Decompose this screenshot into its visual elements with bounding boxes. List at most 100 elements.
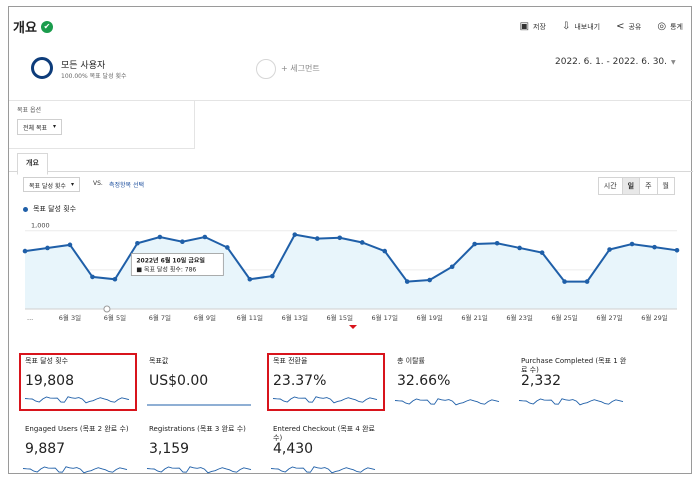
data-point[interactable] xyxy=(180,239,185,244)
data-point[interactable] xyxy=(472,241,477,247)
export-button[interactable]: ⇩ 내보내기 xyxy=(562,21,600,32)
insights-icon: ◎ xyxy=(657,21,667,32)
x-tick-label: 6월 7일 xyxy=(149,313,171,322)
share-button[interactable]: < 공유 xyxy=(616,21,641,32)
data-point[interactable] xyxy=(157,234,163,240)
sparkline xyxy=(146,466,252,474)
sparkline-path xyxy=(394,398,500,406)
segment-bar: 모든 사용자 100.00% 목표 달성 횟수 + 세그먼트 2022. 6. … xyxy=(9,47,693,101)
segment-name[interactable]: 모든 사용자 xyxy=(61,58,105,71)
page-title: 개요 ✔ xyxy=(13,17,53,36)
sparkline xyxy=(147,404,251,406)
goal-option-value: 전체 목표 xyxy=(23,125,47,132)
granularity-week[interactable]: 주 xyxy=(639,177,658,195)
data-point[interactable] xyxy=(270,273,275,279)
save-button-label: 저장 xyxy=(533,22,546,31)
data-point[interactable] xyxy=(652,244,657,250)
data-point[interactable] xyxy=(247,276,253,282)
add-segment-button[interactable]: + 세그먼트 xyxy=(281,63,320,74)
metric-tile-value: 9,887 xyxy=(25,441,66,457)
header-actions: ▣ 저장 ⇩ 내보내기 < 공유 ◎ 통계 xyxy=(520,21,683,32)
data-point[interactable] xyxy=(202,234,208,240)
metric-tile[interactable]: 목표 전환율 23.37% xyxy=(267,353,385,411)
sparkline-path xyxy=(270,466,376,474)
data-point[interactable] xyxy=(225,245,230,250)
date-range-picker[interactable]: 2022. 6. 1. - 2022. 6. 30. ▼ xyxy=(555,57,676,67)
chevron-down-icon: ▾ xyxy=(70,181,74,188)
granularity-month[interactable]: 월 xyxy=(656,177,675,195)
x-tick-label: ... xyxy=(27,314,33,322)
data-point[interactable] xyxy=(539,250,545,255)
data-point[interactable] xyxy=(674,248,680,253)
metric-tile[interactable]: Purchase Completed (목표 1 완료 수) 2,332 xyxy=(515,353,633,411)
data-point[interactable] xyxy=(607,247,612,252)
tooltip-title: 2022년 6월 10일 금요일 xyxy=(136,256,205,264)
series-area xyxy=(25,234,677,309)
metric-tile[interactable]: Registrations (목표 3 완료 수) 3,159 xyxy=(143,421,261,479)
data-point[interactable] xyxy=(494,240,500,246)
data-point[interactable] xyxy=(629,241,635,247)
segment-ring-icon[interactable] xyxy=(31,57,53,79)
metric-tile[interactable]: Entered Checkout (목표 4 완료 수) 4,430 xyxy=(267,421,385,479)
metric-select[interactable]: 목표 달성 횟수 ▾ xyxy=(23,177,80,192)
metric-tiles: 목표 달성 횟수 19,808 목표값 US$0.00 목표 전환율 23.37% 총 이탈… xyxy=(15,347,687,474)
data-point[interactable] xyxy=(404,279,410,284)
data-point[interactable] xyxy=(337,235,343,241)
data-point[interactable] xyxy=(517,245,522,251)
export-button-label: 내보내기 xyxy=(574,22,601,31)
data-point[interactable] xyxy=(112,276,118,282)
x-tick-label: 6월 25일 xyxy=(551,313,577,322)
metric-tile[interactable]: 목표 달성 횟수 19,808 xyxy=(19,353,137,411)
data-point[interactable] xyxy=(135,240,140,246)
metric-tile-value: 32.66% xyxy=(397,373,451,389)
data-point[interactable] xyxy=(449,264,455,270)
export-icon: ⇩ xyxy=(561,21,571,32)
page-title-text: 개요 xyxy=(13,21,37,36)
metric-select-value: 목표 달성 횟수 xyxy=(29,183,66,190)
verified-check-icon: ✔ xyxy=(40,20,53,33)
metric-tile[interactable]: 목표값 US$0.00 xyxy=(143,353,261,411)
sparkline xyxy=(272,396,378,404)
x-tick-label: 6월 13일 xyxy=(282,313,308,322)
data-point[interactable] xyxy=(22,248,28,254)
data-point[interactable] xyxy=(67,242,73,248)
collapse-arrow-icon[interactable] xyxy=(349,325,357,329)
share-button-label: 공유 xyxy=(628,22,642,31)
goal-completions-chart: 1,000500...6월 3일6월 5일6월 7일6월 9일6월 11일6월 … xyxy=(22,222,680,329)
metric-tile-value: 19,808 xyxy=(25,373,74,389)
data-point[interactable] xyxy=(314,236,320,241)
save-button[interactable]: ▣ 저장 xyxy=(520,21,546,32)
granularity-day[interactable]: 일 xyxy=(621,177,641,195)
goal-option-select[interactable]: 전체 목표 ▾ xyxy=(17,119,63,135)
insights-button[interactable]: ◎ 통계 xyxy=(657,21,683,32)
x-tick-label: 6월 21일 xyxy=(461,313,487,322)
granularity-toggle: 시간 일 주 월 xyxy=(597,177,675,195)
metric-tile[interactable]: 총 이탈률 32.66% xyxy=(391,353,509,411)
metric-tile-value: 3,159 xyxy=(149,441,190,457)
granularity-hour[interactable]: 시간 xyxy=(597,177,623,195)
range-handle[interactable] xyxy=(103,305,111,313)
metric-tile[interactable]: Engaged Users (목표 2 완료 수) 9,887 xyxy=(19,421,137,479)
sparkline xyxy=(394,398,500,406)
tab-divider xyxy=(9,171,693,172)
tab-overview[interactable]: 개요 xyxy=(17,153,48,175)
data-point[interactable] xyxy=(359,240,365,245)
data-point[interactable] xyxy=(90,274,95,280)
x-tick-label: 6월 5일 xyxy=(104,313,126,322)
data-point[interactable] xyxy=(292,232,298,237)
vs-label: VS. xyxy=(93,180,103,187)
save-icon: ▣ xyxy=(519,21,530,32)
sparkline xyxy=(22,466,128,474)
segment-subtitle: 100.00% 목표 달성 횟수 xyxy=(61,73,127,80)
add-segment-ring-icon[interactable] xyxy=(256,59,276,79)
chevron-down-icon: ▾ xyxy=(53,123,57,130)
compare-metric-link[interactable]: 측정항목 선택 xyxy=(109,180,144,189)
data-point[interactable] xyxy=(562,279,567,284)
chevron-down-icon: ▼ xyxy=(671,58,676,66)
data-point[interactable] xyxy=(584,279,590,284)
data-point[interactable] xyxy=(427,277,432,283)
sparkline-path xyxy=(24,396,130,404)
data-point[interactable] xyxy=(45,245,50,251)
data-point[interactable] xyxy=(382,248,388,254)
x-tick-label: 6월 3일 xyxy=(59,313,81,322)
